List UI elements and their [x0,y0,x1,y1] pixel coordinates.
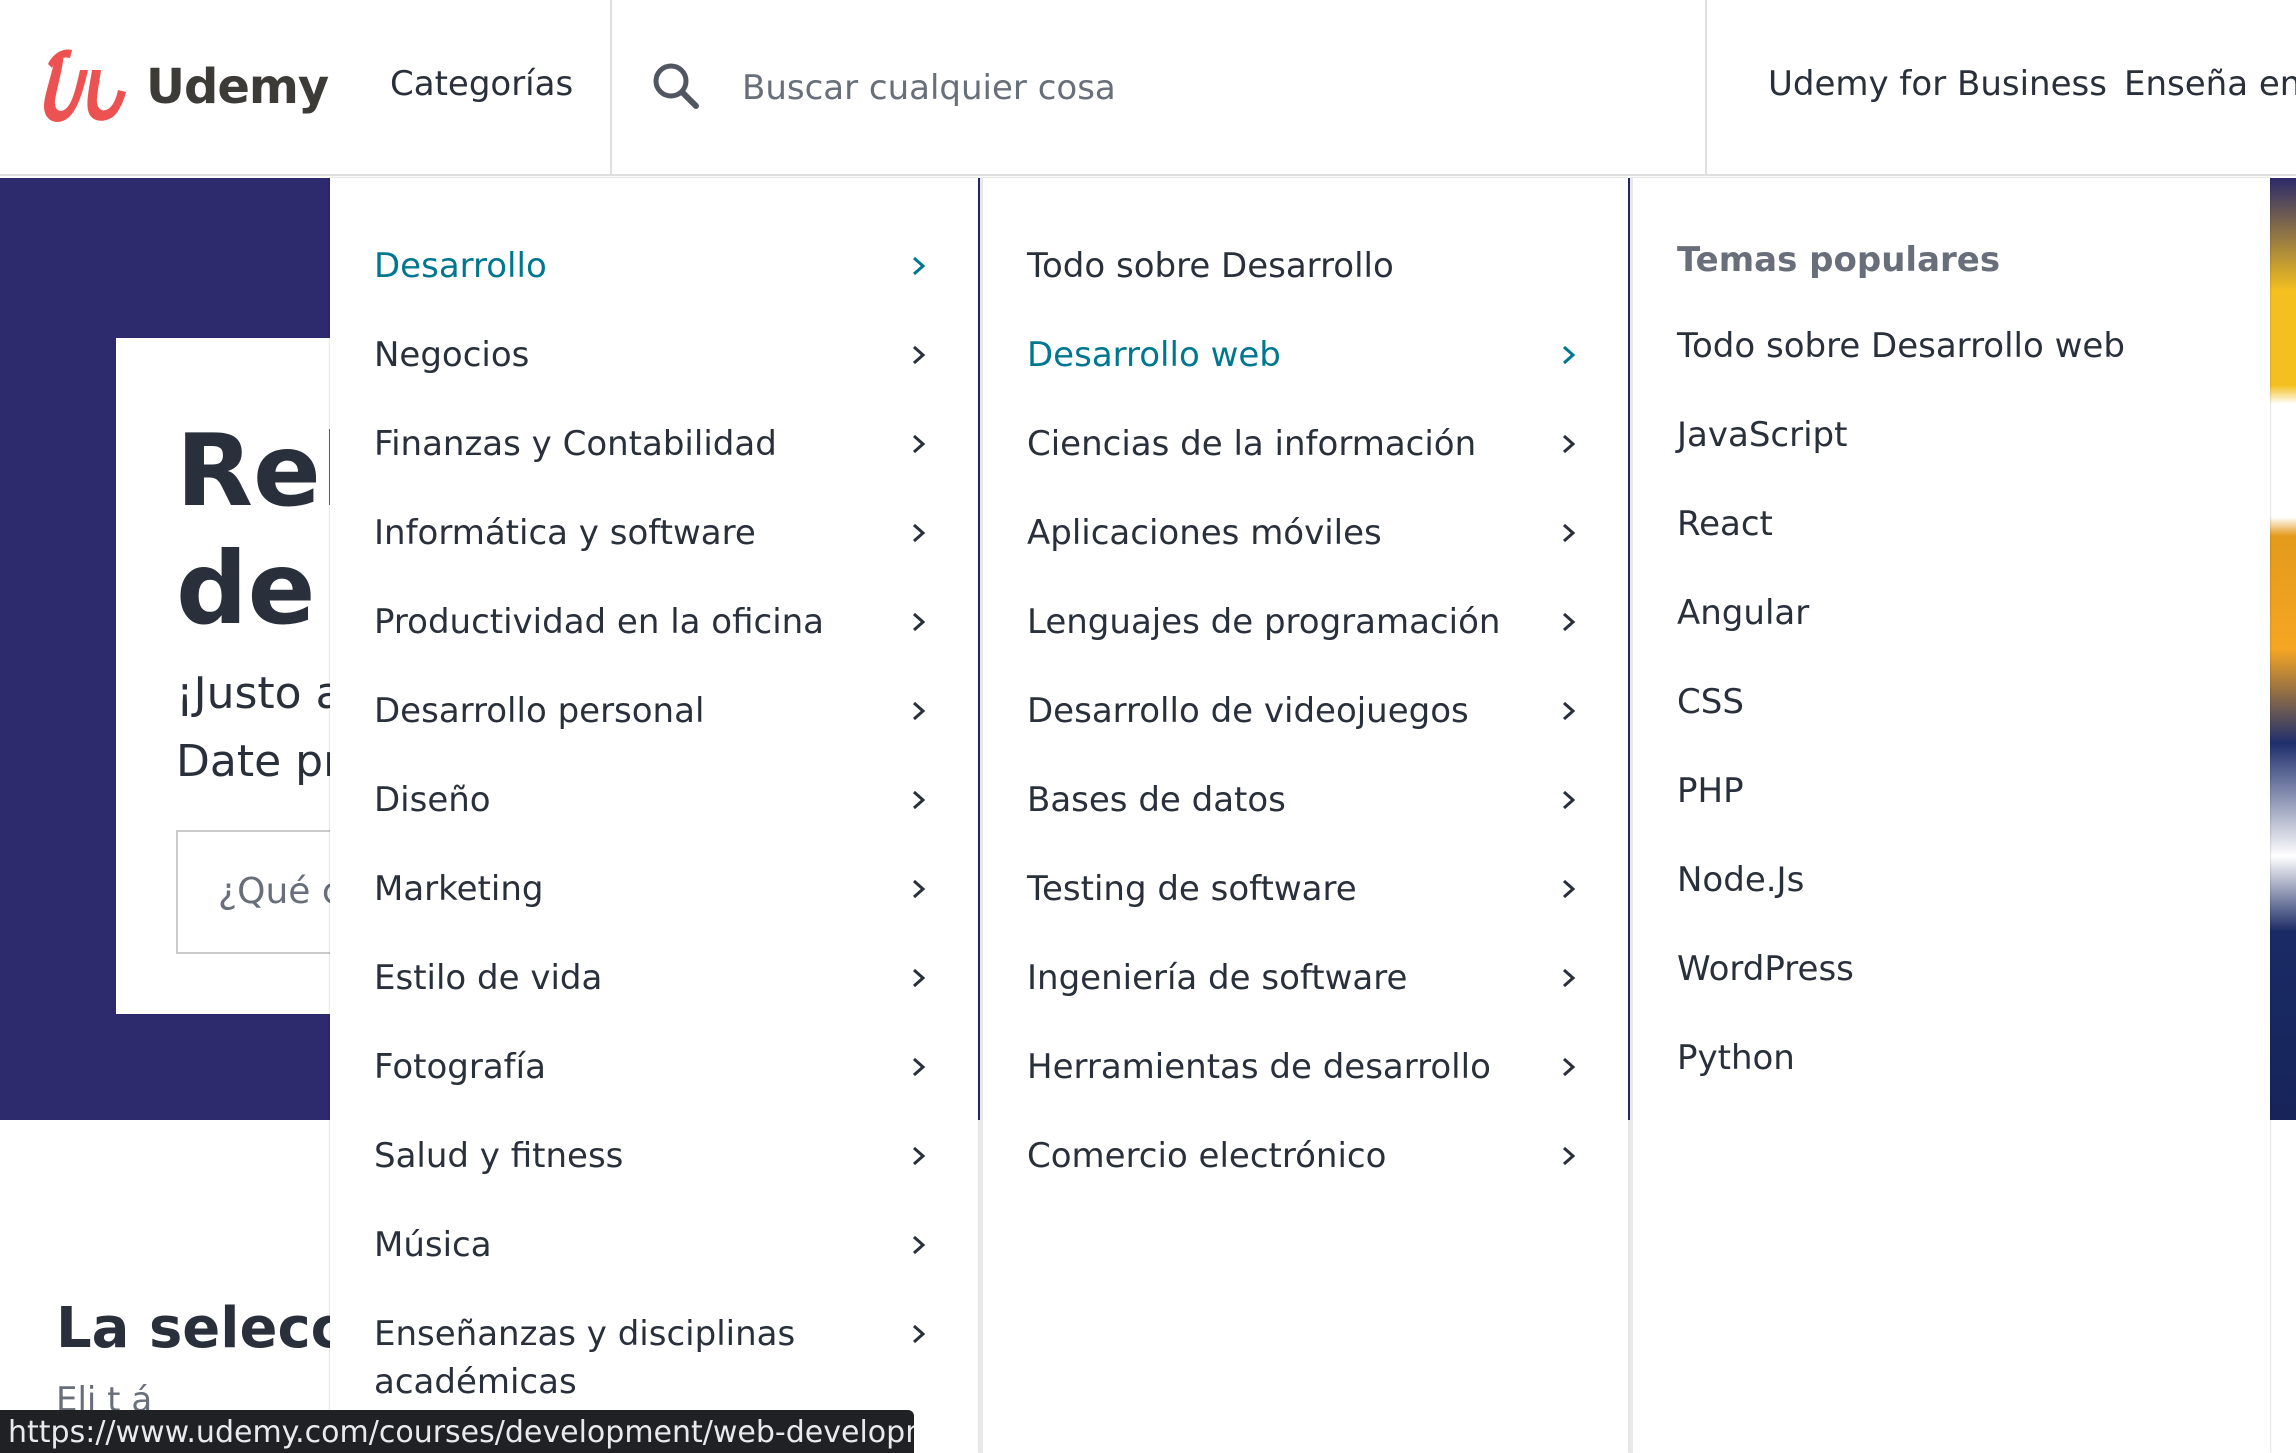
popular-topic-link[interactable]: Node.Js [1677,856,1804,904]
search-icon[interactable] [650,60,702,112]
category-item[interactable]: Fotografía [374,1043,934,1091]
category-item[interactable]: Desarrollo [374,242,934,290]
link-status-bar: https://www.udemy.com/courses/developmen… [0,1410,914,1453]
category-label: Desarrollo personal [374,691,705,731]
category-item[interactable]: Finanzas y Contabilidad [374,420,934,468]
chevron-right-icon [1554,420,1584,468]
category-label: Finanzas y Contabilidad [374,424,777,464]
category-label: Diseño [374,780,491,820]
chevron-right-icon [904,776,934,824]
subcategory-item[interactable]: Herramientas de desarrollo [1027,1043,1584,1091]
subcategory-label: Herramientas de desarrollo [1027,1047,1491,1087]
popular-topic-link[interactable]: Python [1677,1034,1795,1082]
chevron-right-icon [904,598,934,646]
subcategory-item[interactable]: Todo sobre Desarrollo [1027,242,1584,290]
udemy-logo[interactable]: Udemy [34,44,329,130]
category-label: Productividad en la oficina [374,602,825,642]
chevron-right-icon [1554,687,1584,735]
subcategory-label: Lenguajes de programación [1027,602,1501,642]
subcategory-label: Desarrollo de videojuegos [1027,691,1469,731]
category-label: Marketing [374,869,544,909]
popular-topic-link[interactable]: JavaScript [1677,411,1847,459]
top-header: Udemy Categorías Udemy for Business Ense… [0,0,2296,176]
chevron-right-icon [1554,865,1584,913]
popular-topic-link[interactable]: Todo sobre Desarrollo web [1677,322,2125,370]
subcategory-label: Bases de datos [1027,780,1286,820]
popular-topic-link[interactable]: Angular [1677,589,1809,637]
subcategory-label: Todo sobre Desarrollo [1027,246,1394,286]
chevron-right-icon [904,1310,934,1358]
subcategory-item[interactable]: Lenguajes de programación [1027,598,1584,646]
chevron-right-icon [1554,1132,1584,1180]
search-bar [610,0,1707,176]
chevron-right-icon [904,1132,934,1180]
chevron-right-icon [1554,509,1584,557]
categories-menu-button[interactable]: Categorías [390,64,573,104]
category-item[interactable]: Informática y software [374,509,934,557]
subcategory-label: Comercio electrónico [1027,1136,1387,1176]
subcategory-label: Testing de software [1027,869,1357,909]
subcategory-item[interactable]: Aplicaciones móviles [1027,509,1584,557]
category-label: Informática y software [374,513,756,553]
category-item[interactable]: Música [374,1221,934,1269]
category-item[interactable]: Marketing [374,865,934,913]
subcategory-item[interactable]: Testing de software [1027,865,1584,913]
category-item[interactable]: Negocios [374,331,934,379]
subcategory-label: Ciencias de la información [1027,424,1477,464]
category-label: Fotografía [374,1047,546,1087]
chevron-right-icon [1554,1043,1584,1091]
udemy-logo-icon [44,49,126,122]
subcategory-item[interactable]: Ingeniería de software [1027,954,1584,1002]
chevron-right-icon [904,865,934,913]
category-item[interactable]: Productividad en la oficina [374,598,934,646]
subcategories-menu-column: Todo sobre Desarrollo Desarrollo web Cie… [980,178,1628,1453]
category-label: Estilo de vida [374,958,603,998]
category-label: Enseñanzas y disciplinas académicas [374,1314,796,1402]
category-item[interactable]: Enseñanzas y disciplinas académicas [374,1310,934,1406]
category-item[interactable]: Salud y fitness [374,1132,934,1180]
chevron-right-icon [904,242,934,290]
teach-on-udemy-link[interactable]: Enseña en U [2124,64,2296,104]
chevron-right-icon [904,420,934,468]
hero-image [2270,178,2296,1120]
popular-topic-link[interactable]: CSS [1677,678,1744,726]
subcategory-label: Ingeniería de software [1027,958,1408,998]
popular-topic-link[interactable]: WordPress [1677,945,1854,993]
category-item[interactable]: Diseño [374,776,934,824]
subcategory-label: Aplicaciones móviles [1027,513,1382,553]
logo-text: Udemy [146,59,329,115]
category-label: Música [374,1225,492,1265]
popular-topics-heading: Temas populares [1677,240,2001,280]
subcategory-item[interactable]: Bases de datos [1027,776,1584,824]
subcategory-item[interactable]: Desarrollo de videojuegos [1027,687,1584,735]
subcategory-item[interactable]: Desarrollo web [1027,331,1584,379]
udemy-for-business-link[interactable]: Udemy for Business [1768,64,2107,104]
popular-topics-column: Temas populares Todo sobre Desarrollo we… [1630,178,2270,1453]
chevron-right-icon [1554,598,1584,646]
chevron-right-icon [904,509,934,557]
chevron-right-icon [904,954,934,1002]
popular-topic-link[interactable]: PHP [1677,767,1744,815]
chevron-right-icon [904,687,934,735]
subcategory-label: Desarrollo web [1027,335,1281,375]
chevron-right-icon [904,1221,934,1269]
category-label: Negocios [374,335,530,375]
subcategory-item[interactable]: Ciencias de la información [1027,420,1584,468]
popular-topic-link[interactable]: React [1677,500,1773,548]
chevron-right-icon [1554,776,1584,824]
category-item[interactable]: Desarrollo personal [374,687,934,735]
chevron-right-icon [904,331,934,379]
category-label: Desarrollo [374,246,547,286]
subcategory-item[interactable]: Comercio electrónico [1027,1132,1584,1180]
categories-menu-column: Desarrollo Negocios Finanzas y Contabili… [330,178,978,1453]
category-item[interactable]: Estilo de vida [374,954,934,1002]
hero-subtitle: ¡Justo a Date pr [176,668,343,787]
chevron-right-icon [1554,954,1584,1002]
chevron-right-icon [904,1043,934,1091]
chevron-right-icon [1554,331,1584,379]
search-input[interactable] [742,58,1642,118]
category-label: Salud y fitness [374,1136,624,1176]
